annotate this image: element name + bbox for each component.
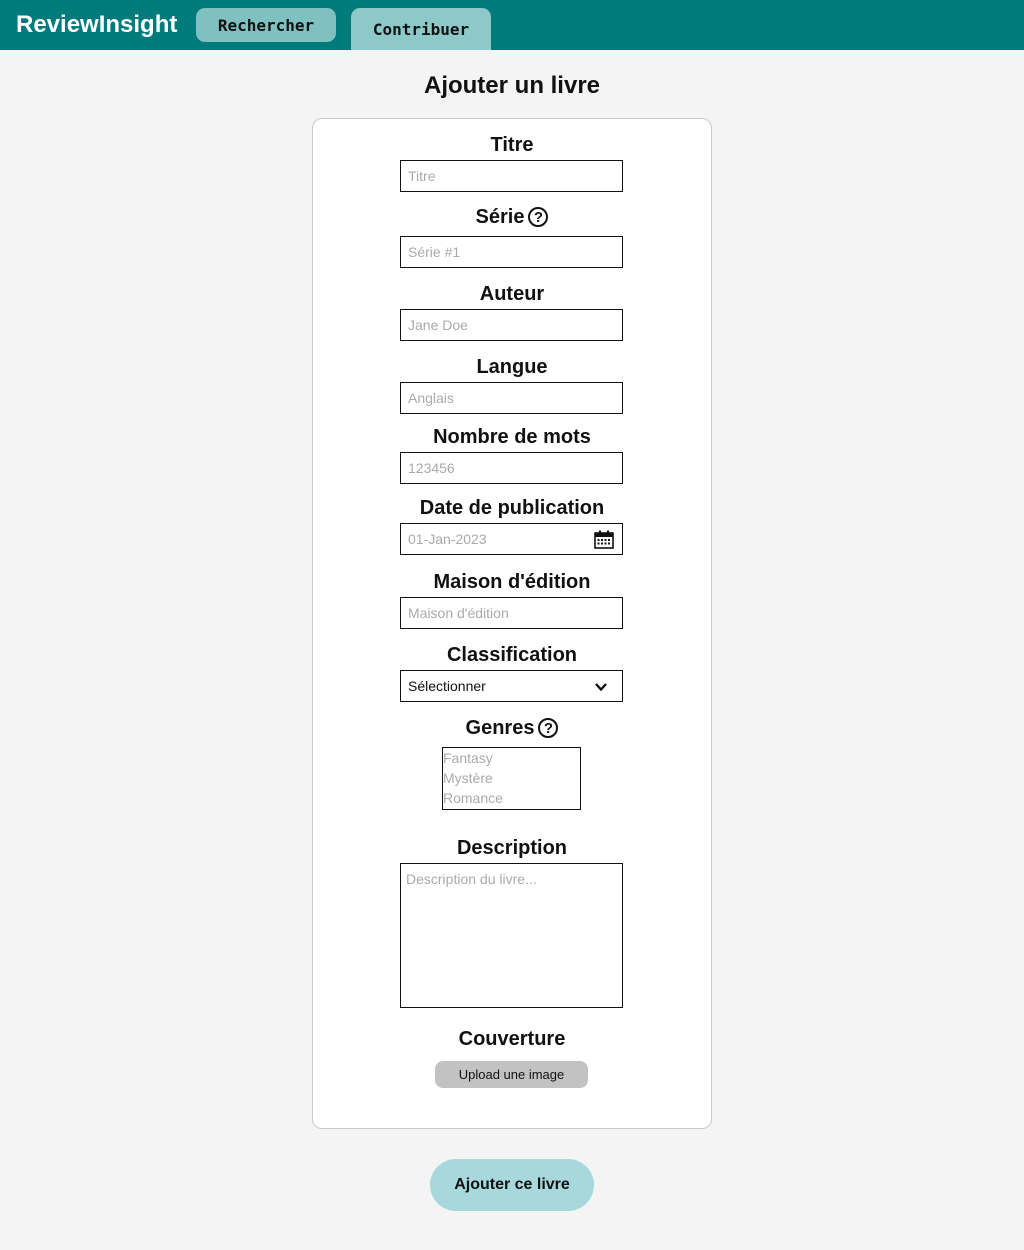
langue-label-text: Langue [476,356,548,378]
date-label: Date de publication [312,496,712,520]
calendar-icon[interactable] [594,530,614,549]
auteur-label: Auteur [312,282,712,306]
langue-input[interactable] [400,382,623,414]
genre-option-romance[interactable]: Romance [443,788,580,808]
date-input[interactable] [400,523,623,555]
maison-label: Maison d'édition [312,570,712,594]
auteur-input[interactable] [400,309,623,341]
titre-label: Titre [312,133,712,157]
top-bar: ReviewInsight Rechercher Contribuer [0,0,1024,50]
description-textarea[interactable] [400,863,623,1008]
nav-contribute-button[interactable]: Contribuer [351,8,491,50]
description-label-text: Description [456,837,568,859]
publisher-input[interactable] [400,597,623,629]
serie-input[interactable] [400,236,623,268]
mots-label: Nombre de mots [312,425,712,449]
help-circle-icon[interactable]: ? [528,207,549,227]
genres-label: Genres ? [312,716,712,740]
auteur-label-text: Auteur [479,283,545,305]
couverture-label: Couverture [312,1027,712,1051]
brand-logo[interactable]: ReviewInsight [16,10,177,40]
titre-input[interactable] [400,160,623,192]
serie-label: Série ? [312,205,712,229]
genres-listbox[interactable]: Fantasy Mystère Romance [442,747,581,810]
maison-label-text: Maison d'édition [433,571,591,593]
genres-label-text: Genres [465,717,535,739]
titre-label-text: Titre [490,134,534,156]
chevron-down-icon [595,683,607,692]
couverture-label-text: Couverture [458,1028,566,1050]
date-field [400,523,623,555]
classification-selected-value: Sélectionner [408,678,486,694]
nav-search-button[interactable]: Rechercher [196,8,336,42]
word-count-input[interactable] [400,452,623,484]
classification-label-text: Classification [446,644,578,666]
mots-label-text: Nombre de mots [433,426,591,448]
classification-label: Classification [312,643,712,667]
upload-image-button[interactable]: Upload une image [435,1061,588,1088]
genre-option-mystere[interactable]: Mystère [443,768,580,788]
serie-label-text: Série [475,206,525,228]
langue-label: Langue [312,355,712,379]
page-title: Ajouter un livre [423,72,601,99]
description-label: Description [312,836,712,860]
add-book-button[interactable]: Ajouter ce livre [430,1159,594,1211]
classification-select[interactable]: Sélectionner [400,670,623,702]
date-label-text: Date de publication [419,497,605,519]
genre-option-fantasy[interactable]: Fantasy [443,748,580,768]
help-circle-icon[interactable]: ? [538,718,559,738]
